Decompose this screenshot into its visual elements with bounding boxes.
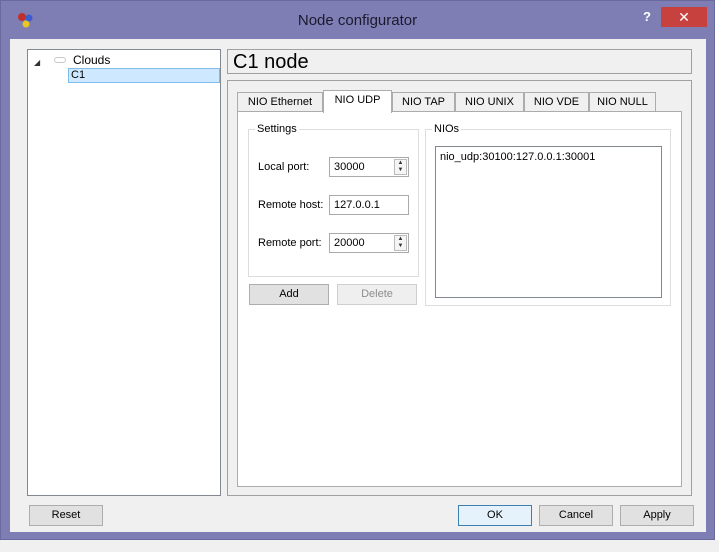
nios-list[interactable]: nio_udp:30100:127.0.0.1:30001 — [435, 146, 662, 298]
settings-group: Settings Local port: 30000 ▲ ▼ Remote ho… — [248, 122, 419, 277]
remote-port-spinbox[interactable]: 20000 ▲ ▼ — [329, 233, 409, 253]
remote-host-label: Remote host: — [258, 199, 324, 211]
delete-button[interactable]: Delete — [337, 284, 417, 305]
tree-item-clouds[interactable]: ◢ Clouds — [28, 52, 218, 67]
add-button[interactable]: Add — [249, 284, 329, 305]
close-button[interactable]: ✕ — [661, 7, 707, 27]
node-configurator-window: Node configurator ? ✕ ◢ Clouds C1 C1 nod… — [0, 0, 715, 540]
spin-up-icon[interactable]: ▲ — [395, 236, 406, 243]
cancel-button[interactable]: Cancel — [539, 505, 613, 526]
tree-item-c1[interactable]: C1 — [68, 68, 220, 83]
local-port-spinbox[interactable]: 30000 ▲ ▼ — [329, 157, 409, 177]
remote-host-value: 127.0.0.1 — [334, 199, 380, 211]
tab-nio-null[interactable]: NIO NULL — [589, 92, 656, 111]
remote-host-field[interactable]: 127.0.0.1 — [329, 195, 409, 215]
spin-down-icon[interactable]: ▼ — [395, 167, 406, 174]
node-tree[interactable]: ◢ Clouds C1 — [27, 49, 221, 496]
title-bar[interactable]: Node configurator ? ✕ — [1, 1, 714, 39]
tab-nio-vde[interactable]: NIO VDE — [524, 92, 589, 111]
apply-button[interactable]: Apply — [620, 505, 694, 526]
tree-item-label: Clouds — [73, 53, 111, 67]
help-button[interactable]: ? — [633, 7, 661, 27]
list-item[interactable]: nio_udp:30100:127.0.0.1:30001 — [440, 151, 595, 163]
reset-button[interactable]: Reset — [29, 505, 103, 526]
local-port-stepper[interactable]: ▲ ▼ — [394, 159, 407, 175]
node-title-text: C1 node — [233, 51, 309, 73]
nios-group: NIOs nio_udp:30100:127.0.0.1:30001 — [425, 122, 671, 306]
local-port-label: Local port: — [258, 161, 310, 173]
cloud-icon — [54, 57, 66, 63]
spin-up-icon[interactable]: ▲ — [395, 160, 406, 167]
dialog-body: ◢ Clouds C1 C1 node NIO Ethernet NIO UDP… — [10, 39, 706, 532]
expand-arrow-icon[interactable]: ◢ — [34, 55, 40, 70]
tree-item-label: C1 — [71, 69, 86, 81]
tab-nio-unix[interactable]: NIO UNIX — [455, 92, 524, 111]
nios-group-title: NIOs — [432, 122, 462, 136]
node-title: C1 node — [227, 49, 692, 74]
window-title: Node configurator — [297, 12, 418, 29]
settings-group-title: Settings — [255, 122, 299, 136]
spin-down-icon[interactable]: ▼ — [395, 243, 406, 250]
nio-udp-pane: Settings Local port: 30000 ▲ ▼ Remote ho… — [237, 111, 682, 487]
local-port-value: 30000 — [334, 161, 365, 173]
remote-port-label: Remote port: — [258, 237, 322, 249]
tab-nio-ethernet[interactable]: NIO Ethernet — [237, 92, 323, 111]
background-strip — [0, 540, 719, 552]
remote-port-stepper[interactable]: ▲ ▼ — [394, 235, 407, 251]
tab-nio-tap[interactable]: NIO TAP — [392, 92, 455, 111]
tab-nio-udp[interactable]: NIO UDP — [323, 90, 392, 113]
remote-port-value: 20000 — [334, 237, 365, 249]
ok-button[interactable]: OK — [458, 505, 532, 526]
